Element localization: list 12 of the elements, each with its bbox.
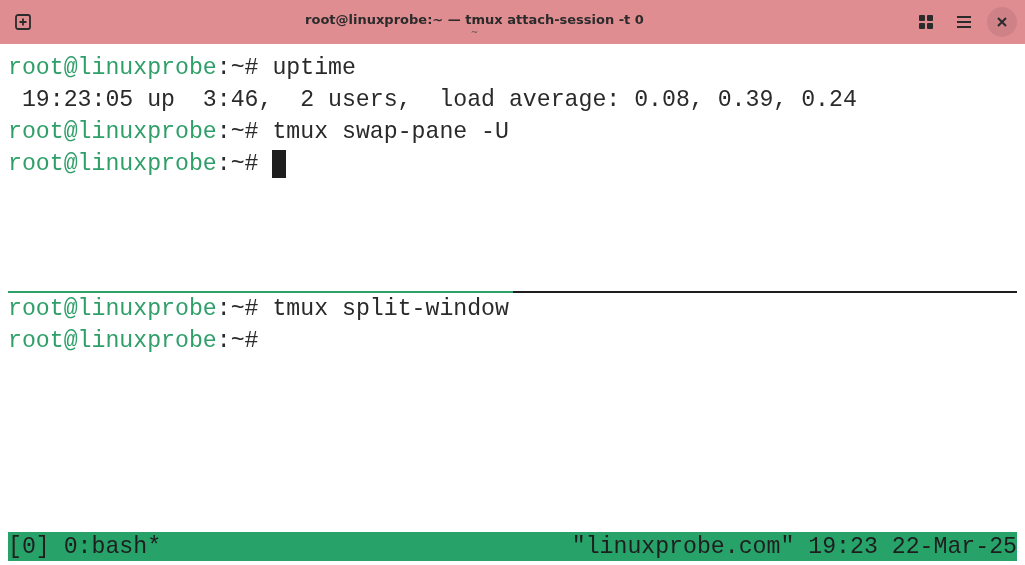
- window-title: root@linuxprobe:~ — tmux attach-session -t 0: [305, 11, 644, 27]
- window-subtitle: ~: [470, 26, 479, 37]
- terminal-line: root@linuxprobe:~# tmux swap-pane -U: [8, 118, 509, 147]
- terminal-line: root@linuxprobe:~# tmux split-window: [8, 295, 509, 324]
- status-left: [0] 0:bash*: [8, 533, 162, 560]
- terminal-line: 19:23:05 up 3:46, 2 users, load average: 0.08, 0.39, 0.24: [20, 86, 857, 115]
- close-button[interactable]: [987, 7, 1017, 37]
- terminal-line: root@linuxprobe:~# uptime: [8, 54, 356, 83]
- terminal-line: root@linuxprobe:~#: [8, 327, 259, 356]
- close-icon: [996, 16, 1008, 28]
- terminal-line: root@linuxprobe:~#: [8, 150, 259, 179]
- status-right: "linuxprobe.com" 19:23 22-Mar-25: [571, 533, 1017, 560]
